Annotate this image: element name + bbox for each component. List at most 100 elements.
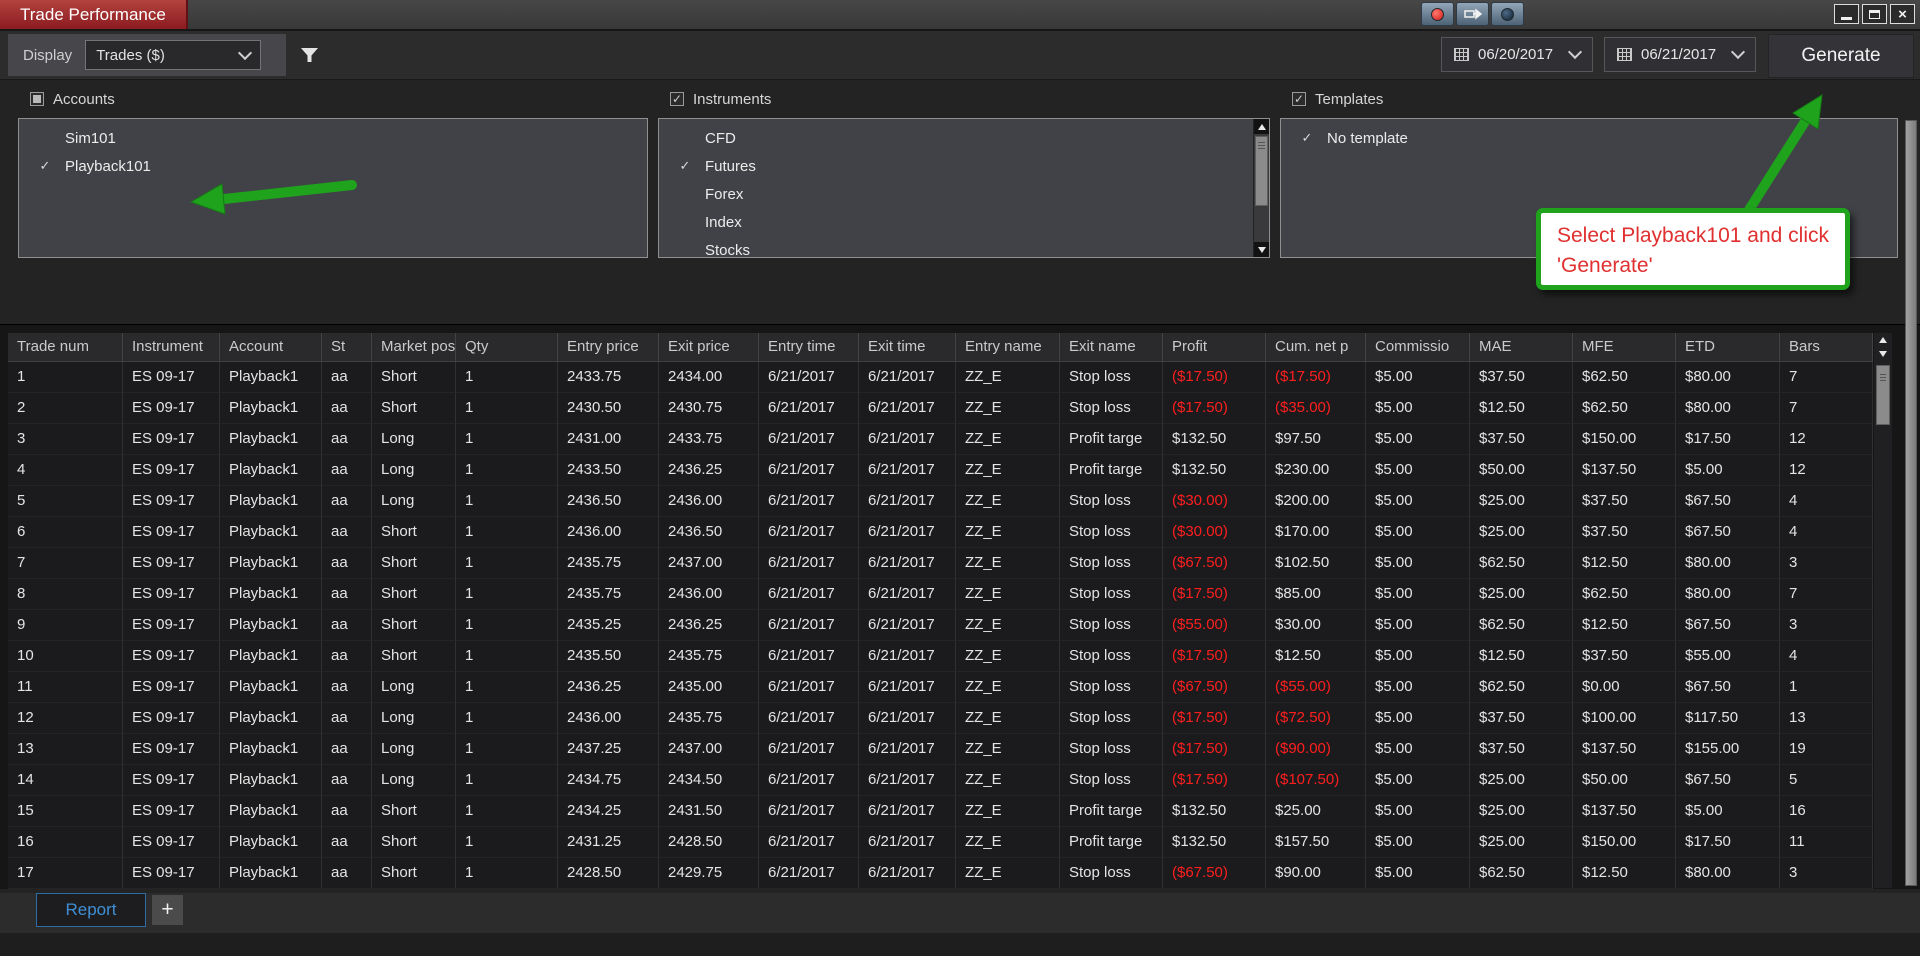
table-row[interactable]: 4 ES 09-17 Playback1 aa Long 1 2433.50 2436.25 6… (8, 455, 1873, 486)
cell-profit: ($67.50) (1163, 548, 1266, 579)
table-row[interactable]: 6 ES 09-17 Playback1 aa Short 1 2436.00 2436.50… (8, 517, 1873, 548)
column-header-entry-name[interactable]: Entry name (956, 333, 1060, 361)
table-row[interactable]: 5 ES 09-17 Playback1 aa Long 1 2436.50 2436.00 6… (8, 486, 1873, 517)
table-row[interactable]: 9 ES 09-17 Playback1 aa Short 1 2435.25 2436.25… (8, 610, 1873, 641)
column-header-market-pos[interactable]: Market pos (372, 333, 456, 361)
instruments-scrollbar[interactable] (1253, 119, 1269, 257)
scroll-up-button[interactable] (1254, 119, 1269, 134)
cell-trade-num: 10 (8, 641, 123, 672)
column-header-qty[interactable]: Qty (456, 333, 558, 361)
templates-checkbox[interactable]: ✓ (1292, 92, 1306, 106)
scroll-up-button[interactable] (1874, 333, 1892, 347)
maximize-button[interactable] (1862, 4, 1887, 24)
scroll-down-button[interactable] (1254, 242, 1269, 257)
record-button[interactable] (1421, 2, 1454, 26)
cell-market-pos: Long (372, 672, 456, 703)
add-tab-button[interactable]: + (152, 895, 183, 925)
table-row[interactable]: 16 ES 09-17 Playback1 aa Short 1 2431.25 2428.5… (8, 827, 1873, 858)
scroll-down-button[interactable] (1874, 347, 1892, 361)
table-row[interactable]: 14 ES 09-17 Playback1 aa Long 1 2434.75 2434.50… (8, 765, 1873, 796)
list-item-forex[interactable]: Forex (659, 180, 1269, 208)
cell-market-pos: Short (372, 641, 456, 672)
column-header-profit[interactable]: Profit (1163, 333, 1266, 361)
table-row[interactable]: 17 ES 09-17 Playback1 aa Short 1 2428.50 2429.7… (8, 858, 1873, 889)
window-right-scrollbar[interactable] (1905, 120, 1917, 886)
cell-entry-name: ZZ_E (956, 424, 1060, 455)
cell-mae: $12.50 (1470, 641, 1573, 672)
cell-trade-num: 1 (8, 362, 123, 393)
list-item-sim101[interactable]: Sim101 (19, 124, 647, 152)
table-row[interactable]: 11 ES 09-17 Playback1 aa Long 1 2436.25 2435.00… (8, 672, 1873, 703)
column-header-etd[interactable]: ETD (1676, 333, 1780, 361)
column-header-st[interactable]: St (322, 333, 372, 361)
column-header-cum-net-p[interactable]: Cum. net p (1266, 333, 1366, 361)
column-header-mfe[interactable]: MFE (1573, 333, 1676, 361)
column-header-commissio[interactable]: Commissio (1366, 333, 1470, 361)
cell-qty: 1 (456, 734, 558, 765)
cell-market-pos: Short (372, 827, 456, 858)
list-item-label: Futures (705, 157, 756, 175)
cell-st: aa (322, 548, 372, 579)
date-from-picker[interactable]: 06/20/2017 (1441, 37, 1593, 72)
column-header-mae[interactable]: MAE (1470, 333, 1573, 361)
table-row[interactable]: 3 ES 09-17 Playback1 aa Long 1 2431.00 2433.75 6… (8, 424, 1873, 455)
column-header-exit-time[interactable]: Exit time (859, 333, 956, 361)
grid-vertical-scrollbar[interactable] (1874, 333, 1892, 888)
instruments-checkbox[interactable]: ✓ (670, 92, 684, 106)
close-button[interactable]: × (1890, 4, 1915, 24)
cell-mae: $25.00 (1470, 827, 1573, 858)
table-row[interactable]: 1 ES 09-17 Playback1 aa Short 1 2433.75 2434.00… (8, 362, 1873, 393)
cell-exit-name: Stop loss (1060, 703, 1163, 734)
column-header-account[interactable]: Account (220, 333, 322, 361)
cell-etd: $80.00 (1676, 858, 1780, 889)
column-header-trade-num[interactable]: Trade num (8, 333, 123, 361)
column-header-entry-time[interactable]: Entry time (759, 333, 859, 361)
camera-button[interactable] (1491, 2, 1524, 26)
table-row[interactable]: 13 ES 09-17 Playback1 aa Long 1 2437.25 2437.00… (8, 734, 1873, 765)
column-header-exit-name[interactable]: Exit name (1060, 333, 1163, 361)
generate-button[interactable]: Generate (1768, 34, 1914, 78)
minimize-button[interactable] (1834, 4, 1859, 24)
table-row[interactable]: 8 ES 09-17 Playback1 aa Short 1 2435.75 2436.00… (8, 579, 1873, 610)
cell-etd: $55.00 (1676, 641, 1780, 672)
filter-button[interactable] (296, 42, 322, 68)
table-row[interactable]: 7 ES 09-17 Playback1 aa Short 1 2435.75 2437.00… (8, 548, 1873, 579)
cell-cum-net-p: ($17.50) (1266, 362, 1366, 393)
list-item-cfd[interactable]: CFD (659, 124, 1269, 152)
cell-exit-time: 6/21/2017 (859, 703, 956, 734)
cell-st: aa (322, 424, 372, 455)
cell-qty: 1 (456, 765, 558, 796)
chevron-down-icon (238, 45, 253, 60)
cell-exit-time: 6/21/2017 (859, 579, 956, 610)
cell-entry-time: 6/21/2017 (759, 548, 859, 579)
grid-body: 1 ES 09-17 Playback1 aa Short 1 2433.75 2434.00… (8, 362, 1873, 889)
cell-exit-price: 2436.50 (659, 517, 759, 548)
display-dropdown[interactable]: Trades ($) (85, 40, 262, 70)
scrollbar-thumb[interactable] (1876, 365, 1890, 425)
column-header-exit-price[interactable]: Exit price (659, 333, 759, 361)
table-row[interactable]: 2 ES 09-17 Playback1 aa Short 1 2430.50 2430.75… (8, 393, 1873, 424)
cell-exit-price: 2436.00 (659, 486, 759, 517)
share-button[interactable] (1456, 2, 1489, 26)
accounts-checkbox[interactable] (30, 92, 44, 106)
cell-instrument: ES 09-17 (123, 548, 220, 579)
list-item-no-template[interactable]: ✓ No template (1281, 124, 1897, 152)
column-header-entry-price[interactable]: Entry price (558, 333, 659, 361)
scrollbar-thumb[interactable] (1255, 136, 1268, 206)
table-row[interactable]: 12 ES 09-17 Playback1 aa Long 1 2436.00 2435.75… (8, 703, 1873, 734)
cell-trade-num: 11 (8, 672, 123, 703)
table-row[interactable]: 10 ES 09-17 Playback1 aa Short 1 2435.50 2435.7… (8, 641, 1873, 672)
column-header-bars[interactable]: Bars (1780, 333, 1873, 361)
cell-commissio: $5.00 (1366, 548, 1470, 579)
cell-entry-price: 2428.50 (558, 858, 659, 889)
table-row[interactable]: 15 ES 09-17 Playback1 aa Short 1 2434.25 2431.5… (8, 796, 1873, 827)
tab-report[interactable]: Report (36, 893, 146, 927)
cell-trade-num: 12 (8, 703, 123, 734)
list-item-playback101[interactable]: ✓ Playback101 (19, 152, 647, 180)
date-to-picker[interactable]: 06/21/2017 (1604, 37, 1756, 72)
list-item-index[interactable]: Index (659, 208, 1269, 236)
list-item-futures[interactable]: ✓ Futures (659, 152, 1269, 180)
list-item-stocks[interactable]: Stocks (659, 236, 1269, 258)
column-header-instrument[interactable]: Instrument (123, 333, 220, 361)
cell-mfe: $137.50 (1573, 455, 1676, 486)
